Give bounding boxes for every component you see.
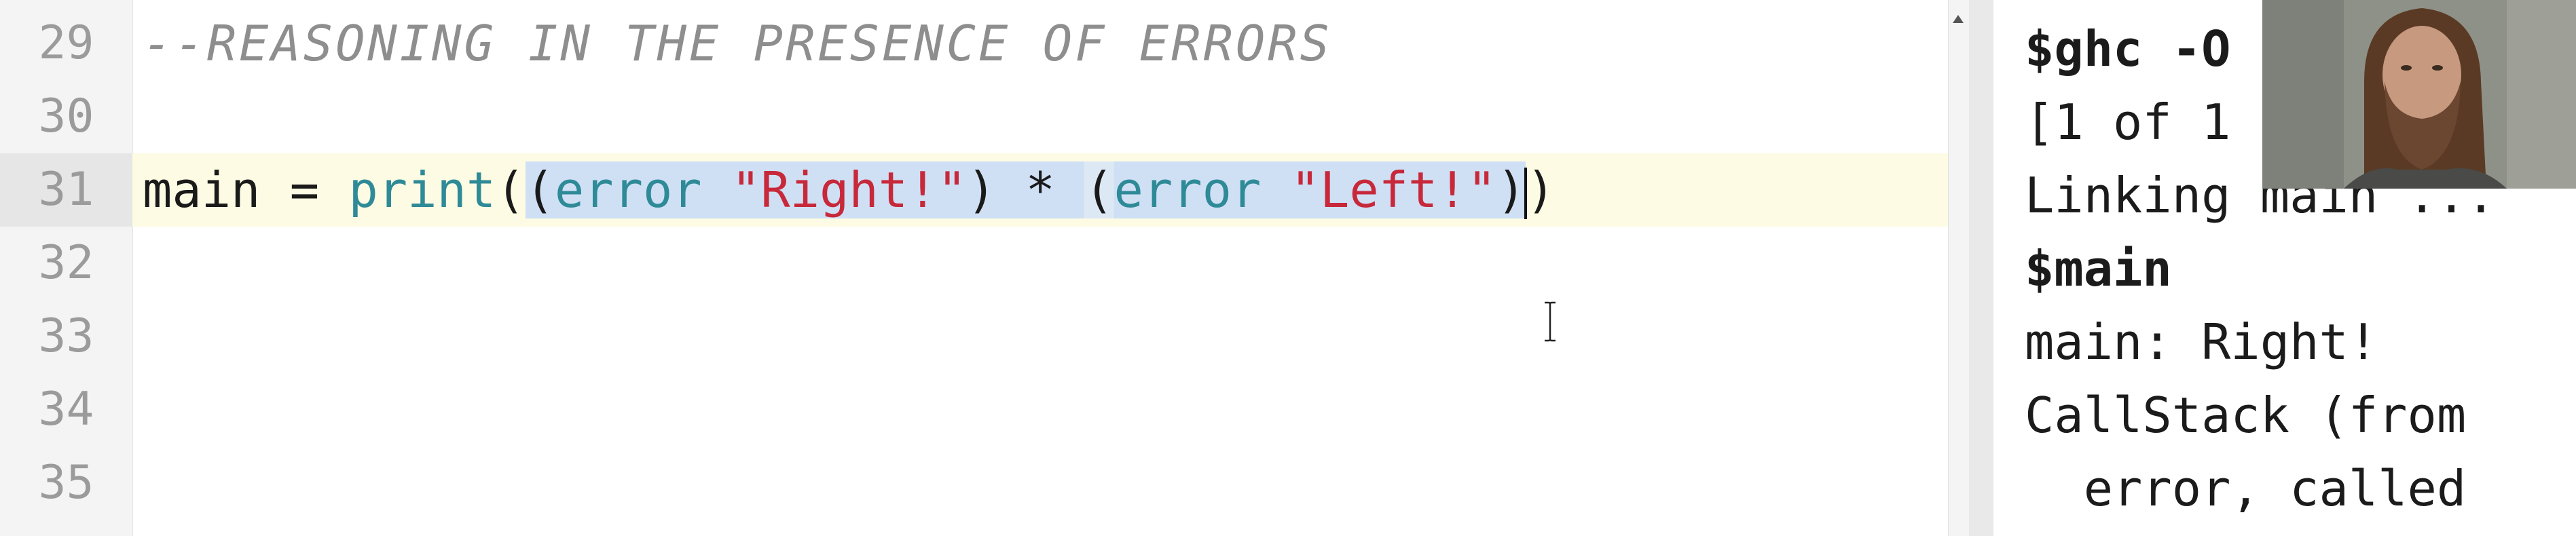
terminal-output-line: CallStack (from <box>2025 387 2467 444</box>
editor-line-34[interactable]: 34 <box>0 373 1949 446</box>
presenter-webcam-overlay <box>2262 0 2576 189</box>
token-paren: ) <box>1496 161 1526 218</box>
token-paren: ( <box>1084 161 1114 218</box>
line-number: 30 <box>38 90 94 143</box>
scroll-up-arrow-icon[interactable] <box>1953 15 1964 23</box>
token-function: error <box>1114 161 1262 218</box>
editor-line-30[interactable]: 30 <box>0 80 1949 153</box>
editor-line-33[interactable]: 33 <box>0 300 1949 373</box>
line-number: 33 <box>38 309 94 363</box>
terminal-output-line: main: Right! <box>2025 313 2378 370</box>
token-function: print <box>348 161 496 218</box>
token-identifier: main <box>143 161 261 218</box>
line-number: 31 <box>0 153 132 227</box>
editor-vertical-scrollbar[interactable] <box>1948 0 1969 536</box>
editor-line-29[interactable]: 29 --REASONING IN THE PRESENCE OF ERRORS <box>0 7 1949 80</box>
editor-line-35[interactable]: 35 <box>0 446 1949 520</box>
line-number: 35 <box>38 456 94 510</box>
line-number: 29 <box>38 16 94 70</box>
token-string: "Left!" <box>1290 161 1497 218</box>
token-paren: ( <box>496 161 526 218</box>
pane-divider[interactable] <box>1969 0 1993 536</box>
terminal-command-line: $ghc -O <box>2025 20 2231 77</box>
token-function: error <box>554 161 702 218</box>
line-number: 32 <box>38 236 94 290</box>
code-text: main = print((error "Right!") * (error "… <box>143 153 1556 227</box>
selection-highlight: (error "Right!") * (error "Left!") <box>525 161 1526 218</box>
presenter-webcam-icon <box>2262 0 2576 189</box>
terminal-output-line: error, called <box>2025 460 2467 517</box>
terminal-command-line: $main <box>2025 240 2172 297</box>
token-operator: ) * <box>966 161 1085 218</box>
comment-text: --REASONING IN THE PRESENCE OF ERRORS <box>143 15 1332 72</box>
line-number: 34 <box>38 383 94 436</box>
token-operator: = <box>260 161 349 218</box>
i-beam-cursor-icon <box>1545 301 1556 342</box>
editor-line-31-current[interactable]: 31 main = print((error "Right!") * (erro… <box>0 153 1949 227</box>
editor-line-32[interactable]: 32 <box>0 227 1949 300</box>
token-paren: ) <box>1526 161 1556 218</box>
token-string: "Right!" <box>731 161 967 218</box>
terminal-output-line: [1 of 1 <box>2025 94 2231 151</box>
token-paren: ( <box>525 161 555 218</box>
code-editor[interactable]: 29 --REASONING IN THE PRESENCE OF ERRORS… <box>0 0 1969 536</box>
